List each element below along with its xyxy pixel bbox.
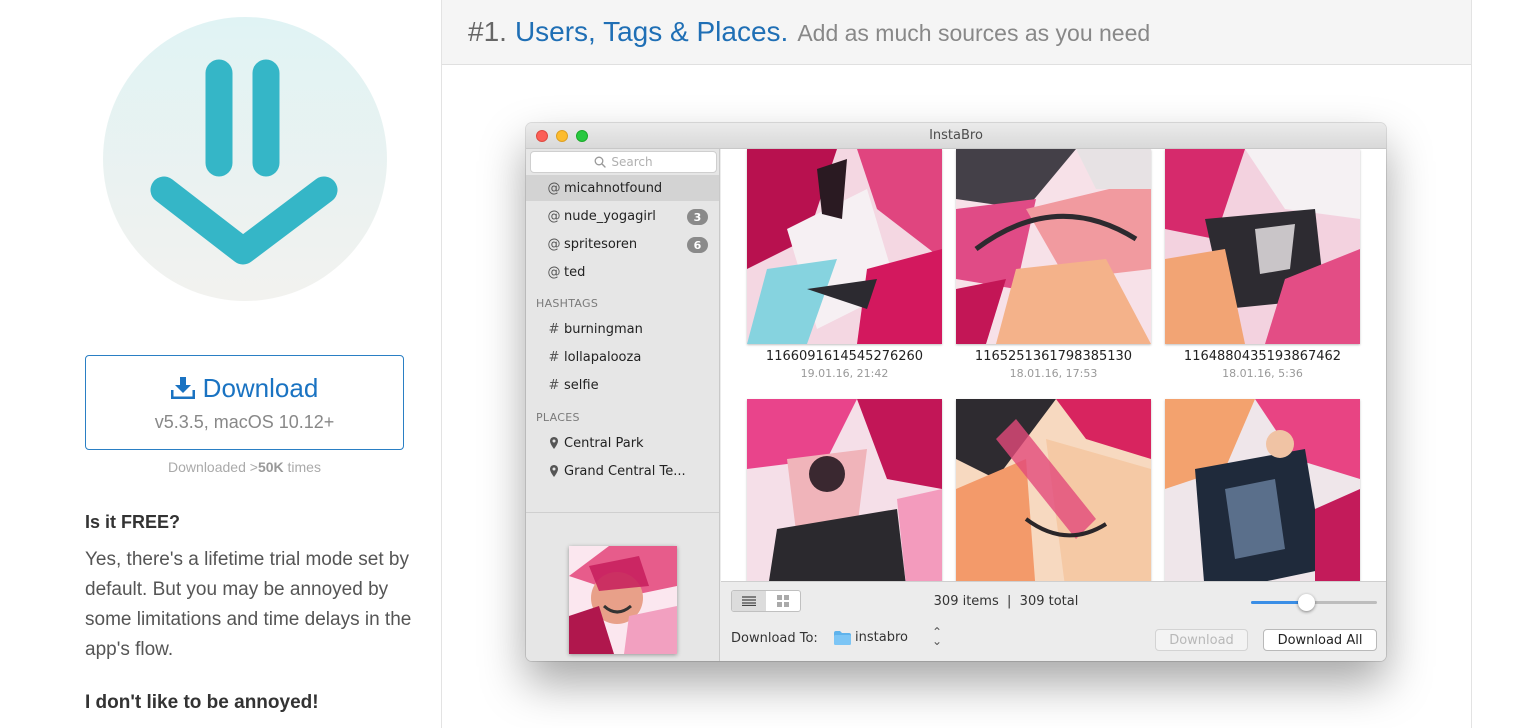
preview-thumbnail [569, 546, 677, 654]
sidebar-item-label: selfie [564, 377, 599, 393]
search-icon [594, 156, 607, 168]
zoom-window-button[interactable] [576, 130, 588, 142]
location-pin-icon [547, 465, 561, 477]
sidebar-item-label: lollapalooza [564, 349, 642, 365]
download-icon [170, 377, 195, 399]
sidebar-item-label: Grand Central Te... [564, 463, 686, 479]
photo-thumbnail[interactable] [747, 399, 942, 581]
sidebar-item-hashtag[interactable]: # selfie [526, 372, 719, 398]
folder-icon [834, 630, 851, 645]
photo-thumbnail[interactable] [956, 149, 1151, 344]
sidebar-item-user[interactable]: @ ted [526, 259, 719, 285]
photo-id: 1165251361798385130 [974, 349, 1133, 364]
at-icon: @ [547, 264, 561, 280]
list-view-icon[interactable] [732, 591, 766, 611]
sidebar-item-label: burningman [564, 321, 643, 337]
photo-id: 1166091614545276260 [765, 349, 924, 364]
search-field[interactable]: Search [530, 151, 717, 173]
sidebar-item-hashtag[interactable]: # burningman [526, 316, 719, 342]
panel-header: #1. Users, Tags & Places. Add as much so… [442, 0, 1471, 65]
bottom-toolbar: 309 items | 309 total Download To: insta… [721, 581, 1386, 661]
faq-question-annoyed: I don't like to be annoyed! [85, 692, 319, 713]
hash-icon: # [548, 377, 560, 393]
sidebar-item-user[interactable]: @ micahnotfound [526, 175, 719, 201]
hash-icon: # [548, 349, 560, 365]
download-arrow-icon [103, 17, 387, 301]
photo-grid: 1166091614545276260 19.01.16, 21:42 1165… [721, 149, 1386, 581]
download-count: Downloaded >50K times [168, 459, 321, 475]
app-logo [102, 16, 388, 302]
folder-picker[interactable]: instabro [834, 630, 908, 645]
folder-name: instabro [855, 630, 908, 645]
hash-icon: # [548, 321, 560, 337]
faq-answer-free: Yes, there's a lifetime trial mode set b… [85, 549, 412, 660]
location-pin-icon [547, 437, 561, 449]
at-icon: @ [547, 236, 561, 252]
sidebar-item-place[interactable]: Grand Central Te... [526, 458, 719, 484]
panel-number: #1. [468, 16, 507, 47]
download-selected-button[interactable]: Download [1155, 629, 1248, 651]
grid-view-icon[interactable] [766, 591, 800, 611]
close-window-button[interactable] [536, 130, 548, 142]
download-all-button[interactable]: Download All [1263, 629, 1377, 651]
sidebar-item-user[interactable]: @ spritesoren 6 [526, 231, 719, 257]
faq-question-free: Is it FREE? [85, 512, 181, 532]
places-header: PLACES [536, 411, 580, 424]
unread-badge: 6 [687, 237, 708, 253]
download-button-label: Download [202, 372, 319, 403]
download-count-value: 50K [257, 459, 284, 475]
sidebar-item-label: Central Park [564, 435, 644, 451]
hashtags-header: HASHTAGS [536, 297, 599, 310]
items-count: 309 items | 309 total [933, 594, 1079, 609]
sidebar-item-label: micahnotfound [564, 180, 663, 196]
photo-thumbnail[interactable] [1165, 399, 1360, 581]
slider-knob[interactable] [1297, 594, 1315, 611]
sidebar-item-hashtag[interactable]: # lollapalooza [526, 344, 719, 370]
sidebar-item-label: ted [564, 264, 586, 280]
sidebar-item-user[interactable]: @ nude_yogagirl 3 [526, 203, 719, 229]
photo-date: 19.01.16, 21:42 [800, 367, 889, 380]
view-mode-segmented-control[interactable] [731, 590, 801, 612]
photo-date: 18.01.16, 5:36 [1222, 367, 1303, 380]
chevron-updown-icon[interactable]: ⌃ ⌄ [932, 626, 942, 647]
at-icon: @ [547, 208, 561, 224]
minimize-window-button[interactable] [556, 130, 568, 142]
search-placeholder: Search [611, 155, 653, 169]
download-version: v5.3.5, macOS 10.12+ [154, 411, 335, 432]
photo-thumbnail[interactable] [1165, 149, 1360, 344]
panel-title: Users, Tags & Places. [514, 16, 789, 47]
sidebar: Search @ micahnotfound @ nude_yogagirl 3… [526, 149, 720, 661]
thumbnail-size-slider[interactable] [1251, 594, 1377, 611]
at-icon: @ [547, 180, 561, 196]
photo-thumbnail[interactable] [747, 149, 942, 344]
app-window: InstaBro Search @ micahnotfound @ nude_y… [526, 123, 1386, 661]
photo-thumbnail[interactable] [956, 399, 1151, 581]
sidebar-item-place[interactable]: Central Park [526, 430, 719, 456]
sidebar-divider [526, 512, 719, 513]
window-title: InstaBro [929, 128, 983, 143]
download-button[interactable]: Download v5.3.5, macOS 10.12+ [85, 355, 404, 450]
photo-id: 1164880435193867462 [1183, 349, 1342, 364]
photo-date: 18.01.16, 17:53 [1009, 367, 1098, 380]
unread-badge: 3 [687, 209, 708, 225]
sidebar-item-label: nude_yogagirl [564, 208, 656, 224]
sidebar-item-label: spritesoren [564, 236, 638, 252]
panel-subtitle: Add as much sources as you need [797, 20, 1151, 46]
window-titlebar: InstaBro [526, 123, 1386, 149]
download-to-label: Download To: [731, 631, 818, 646]
